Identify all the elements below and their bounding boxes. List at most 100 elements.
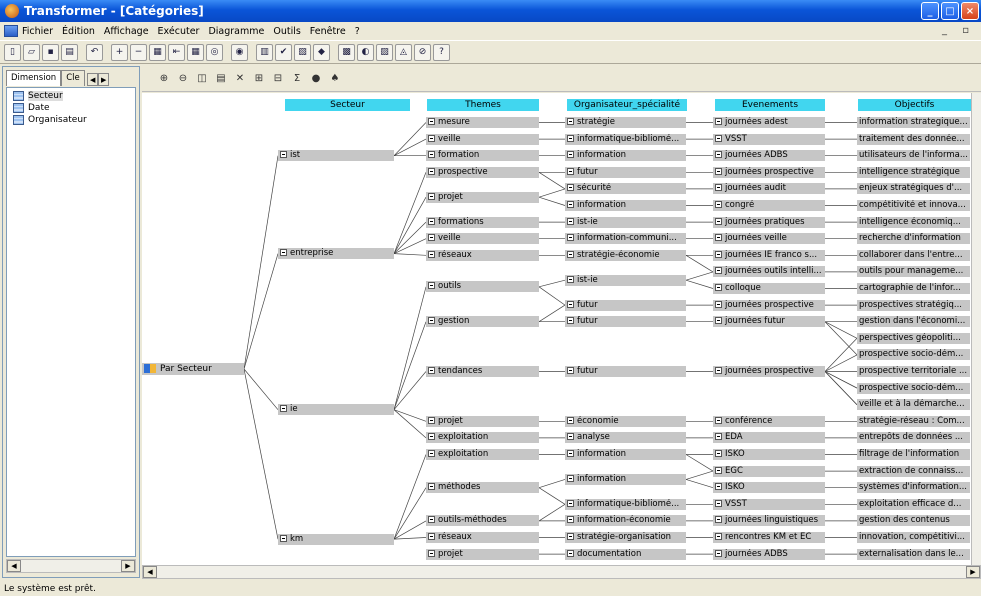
collapse-icon[interactable] [428,549,435,557]
obj-node[interactable]: gestion dans l'économi... [857,316,970,328]
collapse-icon[interactable] [715,416,722,424]
obj-node[interactable]: prospective socio-dém... [857,382,970,394]
stop-icon[interactable]: ⊘ [414,43,431,61]
collapse-icon[interactable] [428,416,435,424]
collapse-icon[interactable] [428,483,435,491]
obj-node[interactable]: intelligence stratégique [857,166,970,178]
menu-executer[interactable]: Exécuter [158,26,200,37]
view-icon[interactable]: ◬ [395,43,412,61]
print-preview-icon[interactable]: ▤ [213,71,229,87]
org-node[interactable]: économie [565,415,686,427]
filter-icon[interactable]: ● [308,71,324,87]
obj-node[interactable]: stratégie-réseau : Com... [857,415,970,427]
event-node[interactable]: journées prospective [713,299,825,311]
collapse-icon[interactable] [715,167,722,175]
scroll-right-icon[interactable]: ▶ [121,560,135,572]
tree-item-date[interactable]: Date [13,102,50,114]
collapse-icon[interactable] [567,184,574,192]
collapse-icon[interactable] [428,134,435,142]
collapse-icon[interactable] [280,405,287,413]
org-node[interactable]: information [565,449,686,460]
menu-help[interactable]: ? [355,26,360,37]
theme-node[interactable]: veille [426,233,539,245]
obj-node[interactable]: utilisateurs de l'informa... [857,150,970,162]
event-node[interactable]: ISKO [713,482,825,494]
menu-edition[interactable]: Édition [62,26,95,37]
event-node[interactable]: journées prospective [713,366,825,377]
left-horizontal-scrollbar[interactable]: ◀ ▶ [6,559,136,573]
tab-cle[interactable]: Cle [61,70,86,86]
event-node[interactable]: EGC [713,465,825,477]
theme-node[interactable]: réseaux [426,249,539,261]
event-node[interactable]: journées linguistiques [713,515,825,527]
theme-node[interactable]: veille [426,133,539,145]
collapse-icon[interactable] [280,249,287,257]
collapse-icon[interactable] [715,217,722,225]
binoculars-icon[interactable]: ♠ [327,71,343,87]
org-node[interactable]: futur [565,316,686,328]
secteur-node[interactable]: ist [278,150,394,162]
collapse-icon[interactable] [715,151,722,159]
link-icon[interactable]: ⇤ [168,43,185,61]
collapse-icon[interactable] [428,533,435,540]
collapse-icon[interactable] [567,499,574,507]
collapse-icon[interactable] [715,367,722,374]
zoom-in-icon[interactable]: ⊕ [156,71,172,87]
org-node[interactable]: information-communi... [565,233,686,245]
collapse-icon[interactable] [567,367,574,374]
tree-item-organisateur[interactable]: Organisateur [13,114,87,126]
obj-node[interactable]: filtrage de l'information [857,449,970,460]
collapse-icon[interactable] [567,317,574,325]
obj-node[interactable]: systèmes d'information... [857,482,970,494]
collapse-icon[interactable] [715,184,722,192]
obj-node[interactable]: outils pour manageme... [857,266,970,278]
event-node[interactable]: journées outils intelli... [713,266,825,278]
org-node[interactable]: analyse [565,432,686,444]
theme-node[interactable]: exploitation [426,449,539,460]
scroll-left-icon[interactable]: ◀ [7,560,21,572]
zoom-out-icon[interactable]: ⊖ [175,71,191,87]
add-icon[interactable]: + [111,43,128,61]
delete-icon[interactable]: ✕ [232,71,248,87]
menu-fenetre[interactable]: Fenêtre [310,26,346,37]
org-node[interactable]: informatique-bibliomé... [565,498,686,510]
org-node[interactable]: information [565,200,686,211]
collapse-icon[interactable] [567,300,574,308]
tab-scroll-right-icon[interactable]: ▶ [98,73,110,86]
undo-icon[interactable]: ↶ [86,43,103,61]
event-node[interactable]: journées veille [713,233,825,245]
event-node[interactable]: rencontres KM et EC [713,532,825,543]
collapse-icon[interactable] [715,549,722,557]
event-node[interactable]: journées ADBS [713,150,825,162]
menu-affichage[interactable]: Affichage [104,26,149,37]
collapse-icon[interactable] [428,516,435,524]
event-node[interactable]: conférence [713,415,825,427]
collapse-icon[interactable] [715,317,722,325]
mdi-window-buttons[interactable]: _ ▫ [942,25,975,36]
collapse-icon[interactable]: ⊟ [270,71,286,87]
collapse-icon[interactable] [280,534,287,542]
theme-node[interactable]: prospective [426,166,539,178]
collapse-icon[interactable] [715,134,722,142]
obj-node[interactable]: extraction de connaiss... [857,465,970,477]
collapse-icon[interactable] [715,466,722,474]
event-node[interactable]: journées futur [713,316,825,328]
collapse-icon[interactable] [567,416,574,424]
collapse-icon[interactable] [428,317,435,325]
new-icon[interactable]: ▯ [4,43,21,61]
obj-node[interactable]: innovation, compétitivi... [857,532,970,543]
obj-node[interactable]: perspectives géopoliti... [857,332,970,344]
menu-outils[interactable]: Outils [273,26,300,37]
collapse-icon[interactable] [715,499,722,507]
theme-node[interactable]: outils [426,281,539,293]
obj-node[interactable]: externalisation dans le... [857,548,970,560]
chart-icon[interactable]: ◐ [357,43,374,61]
org-node[interactable]: ist-ie [565,274,686,286]
org-node[interactable]: stratégie-organisation [565,532,686,543]
event-node[interactable]: journées pratiques [713,216,825,228]
collapse-icon[interactable] [428,151,435,159]
obj-node[interactable]: prospectives stratégiq... [857,299,970,311]
collapse-icon[interactable] [715,284,722,291]
theme-node[interactable]: formation [426,150,539,162]
expand-icon[interactable]: ⊞ [251,71,267,87]
